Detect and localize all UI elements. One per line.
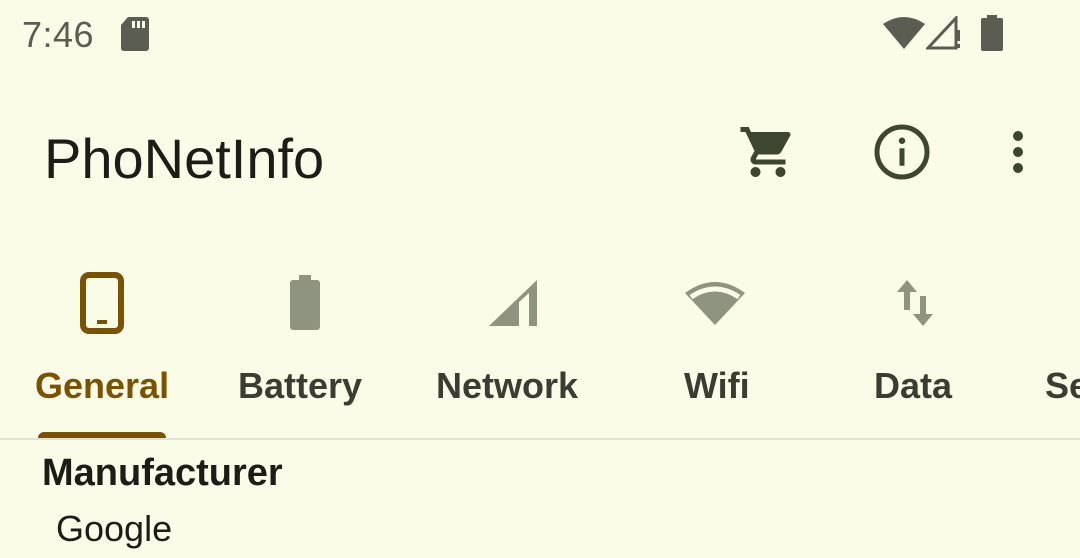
tab-data-label: Data xyxy=(874,365,953,406)
tab-network-label: Network xyxy=(436,365,579,406)
tab-general[interactable]: General xyxy=(10,250,194,438)
tab-wifi-label: Wifi xyxy=(684,365,750,406)
manufacturer-value: Google xyxy=(56,508,173,549)
phone-icon xyxy=(67,268,137,338)
manufacturer-label: Manufacturer xyxy=(42,452,283,494)
signal-no-data-icon xyxy=(924,14,964,55)
battery-tab-icon xyxy=(270,268,340,338)
battery-icon xyxy=(980,14,1004,57)
tab-network[interactable]: Network xyxy=(420,250,600,438)
more-vert-icon xyxy=(1006,127,1030,182)
tab-data[interactable]: Data xyxy=(830,250,1000,438)
tab-battery-label: Battery xyxy=(238,365,363,406)
status-bar: 7:46 xyxy=(0,0,1080,70)
tab-battery[interactable]: Battery xyxy=(220,250,390,438)
info-button[interactable] xyxy=(862,114,942,194)
tab-wifi[interactable]: Wifi xyxy=(640,250,790,438)
signal-icon xyxy=(478,268,548,338)
tabs-divider xyxy=(0,438,1080,440)
tab-bar: General Battery Network Wifi Data Se xyxy=(0,250,1080,440)
more-options-button[interactable] xyxy=(978,114,1058,194)
wifi-tab-icon xyxy=(680,268,750,338)
tab-partial[interactable]: Se xyxy=(1030,250,1080,438)
info-icon xyxy=(872,122,932,187)
tab-partial-label: Se xyxy=(1045,365,1080,406)
app-bar: PhoNetInfo xyxy=(0,90,1080,220)
tab-general-label: General xyxy=(35,365,170,406)
swap-vert-icon xyxy=(880,268,950,338)
wifi-icon xyxy=(882,16,926,55)
sd-card-icon xyxy=(120,16,150,57)
app-title: PhoNetInfo xyxy=(44,127,325,190)
cart-button[interactable] xyxy=(728,114,808,194)
status-time: 7:46 xyxy=(22,14,95,55)
app-screen: 7:46 PhoNetInfo General Battery Network … xyxy=(0,0,1080,558)
cart-icon xyxy=(738,122,798,187)
